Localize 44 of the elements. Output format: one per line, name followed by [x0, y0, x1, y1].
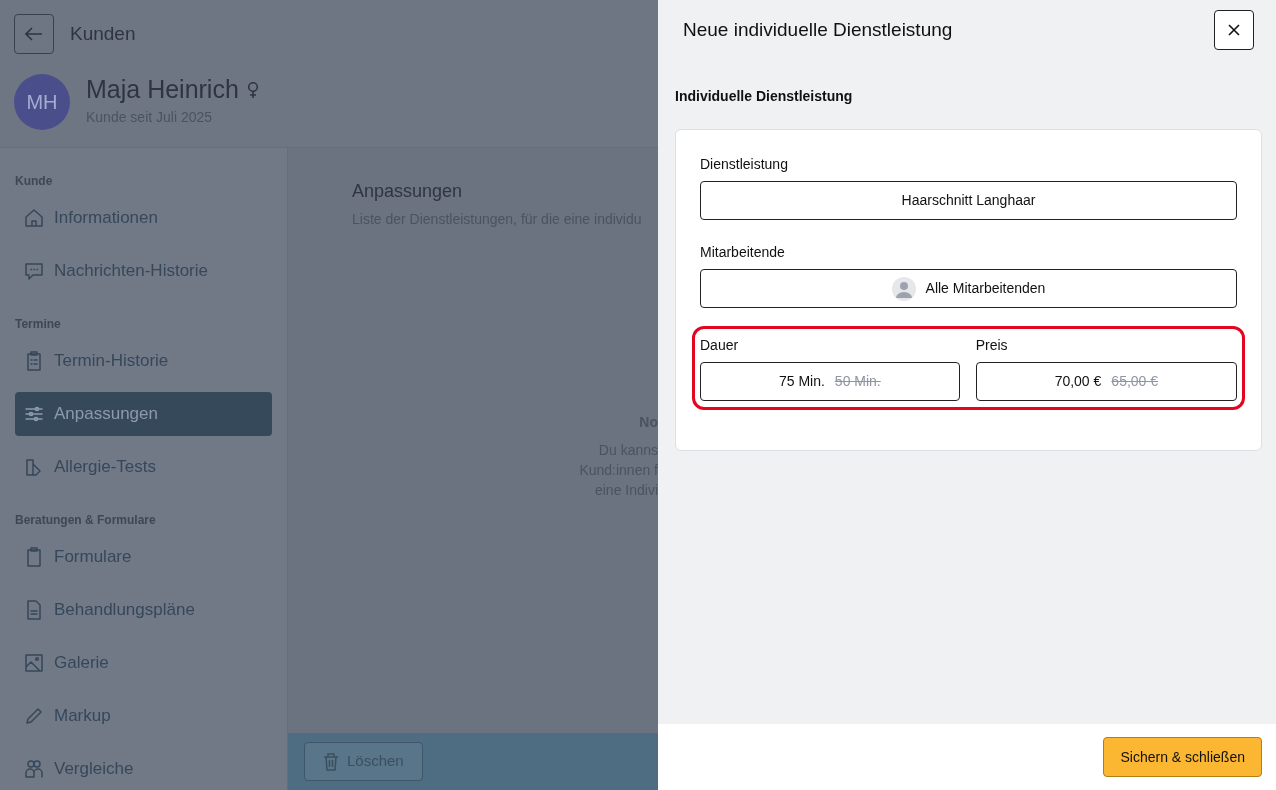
sidebar-item[interactable]: Allergie-Tests: [15, 445, 272, 489]
arrow-left-icon: [25, 27, 43, 41]
field-label: Dauer: [700, 336, 740, 355]
field-label: Dienstleistung: [700, 155, 789, 174]
house-icon: [24, 208, 44, 228]
value-field[interactable]: 75 Min. 50 Min.: [700, 362, 960, 401]
sidebar-item[interactable]: Informationen: [15, 196, 272, 240]
sidebar-item[interactable]: Vergleiche: [15, 747, 272, 790]
avatar: MH: [14, 74, 70, 130]
original-value: 65,00 €: [1111, 372, 1159, 391]
chat-bubble-icon: [24, 261, 44, 281]
clipboard-icon: [24, 547, 44, 567]
image-icon: [24, 653, 44, 673]
save-close-button[interactable]: Sichern & schließen: [1103, 737, 1262, 777]
people-icon: [24, 759, 44, 779]
section-label: Individuelle Dienstleistung: [675, 87, 854, 106]
sidebar-item[interactable]: Galerie: [15, 641, 272, 685]
close-icon: [1228, 24, 1240, 36]
female-icon: [246, 80, 259, 99]
current-value: 70,00 €: [1054, 372, 1102, 391]
panel-title: Neue individuelle Dienstleistung: [683, 17, 953, 42]
staff-select[interactable]: Alle Mitarbeitenden: [700, 269, 1237, 308]
section-title: Anpassungen: [352, 180, 464, 203]
customer-name: Maja Heinrich: [86, 75, 239, 104]
sliders-icon: [24, 404, 44, 424]
sidebar-item[interactable]: Formulare: [15, 535, 272, 579]
document-icon: [24, 600, 44, 620]
close-button[interactable]: [1214, 10, 1254, 50]
current-value: 75 Min.: [778, 372, 825, 391]
original-value: 50 Min.: [834, 372, 881, 391]
clipboard-list-icon: [24, 351, 44, 371]
back-label: Kunden: [70, 21, 136, 46]
sidebar-item[interactable]: Termin-Historie: [15, 339, 272, 383]
value-field[interactable]: 70,00 € 65,00 €: [975, 362, 1237, 401]
person-avatar-icon: [891, 276, 916, 301]
sidebar-item[interactable]: Markup: [15, 694, 272, 738]
field-label: Mitarbeitende: [700, 243, 786, 262]
sidebar-item[interactable]: Behandlungspläne: [15, 588, 272, 632]
trash-icon: [323, 752, 339, 771]
pencil-icon: [24, 706, 44, 726]
sidebar-item[interactable]: Nachrichten-Historie: [15, 249, 272, 293]
service-select[interactable]: Haarschnitt Langhaar: [700, 181, 1237, 220]
field-label: Preis: [975, 336, 1009, 355]
sidebar-item[interactable]: Anpassungen: [15, 392, 272, 436]
